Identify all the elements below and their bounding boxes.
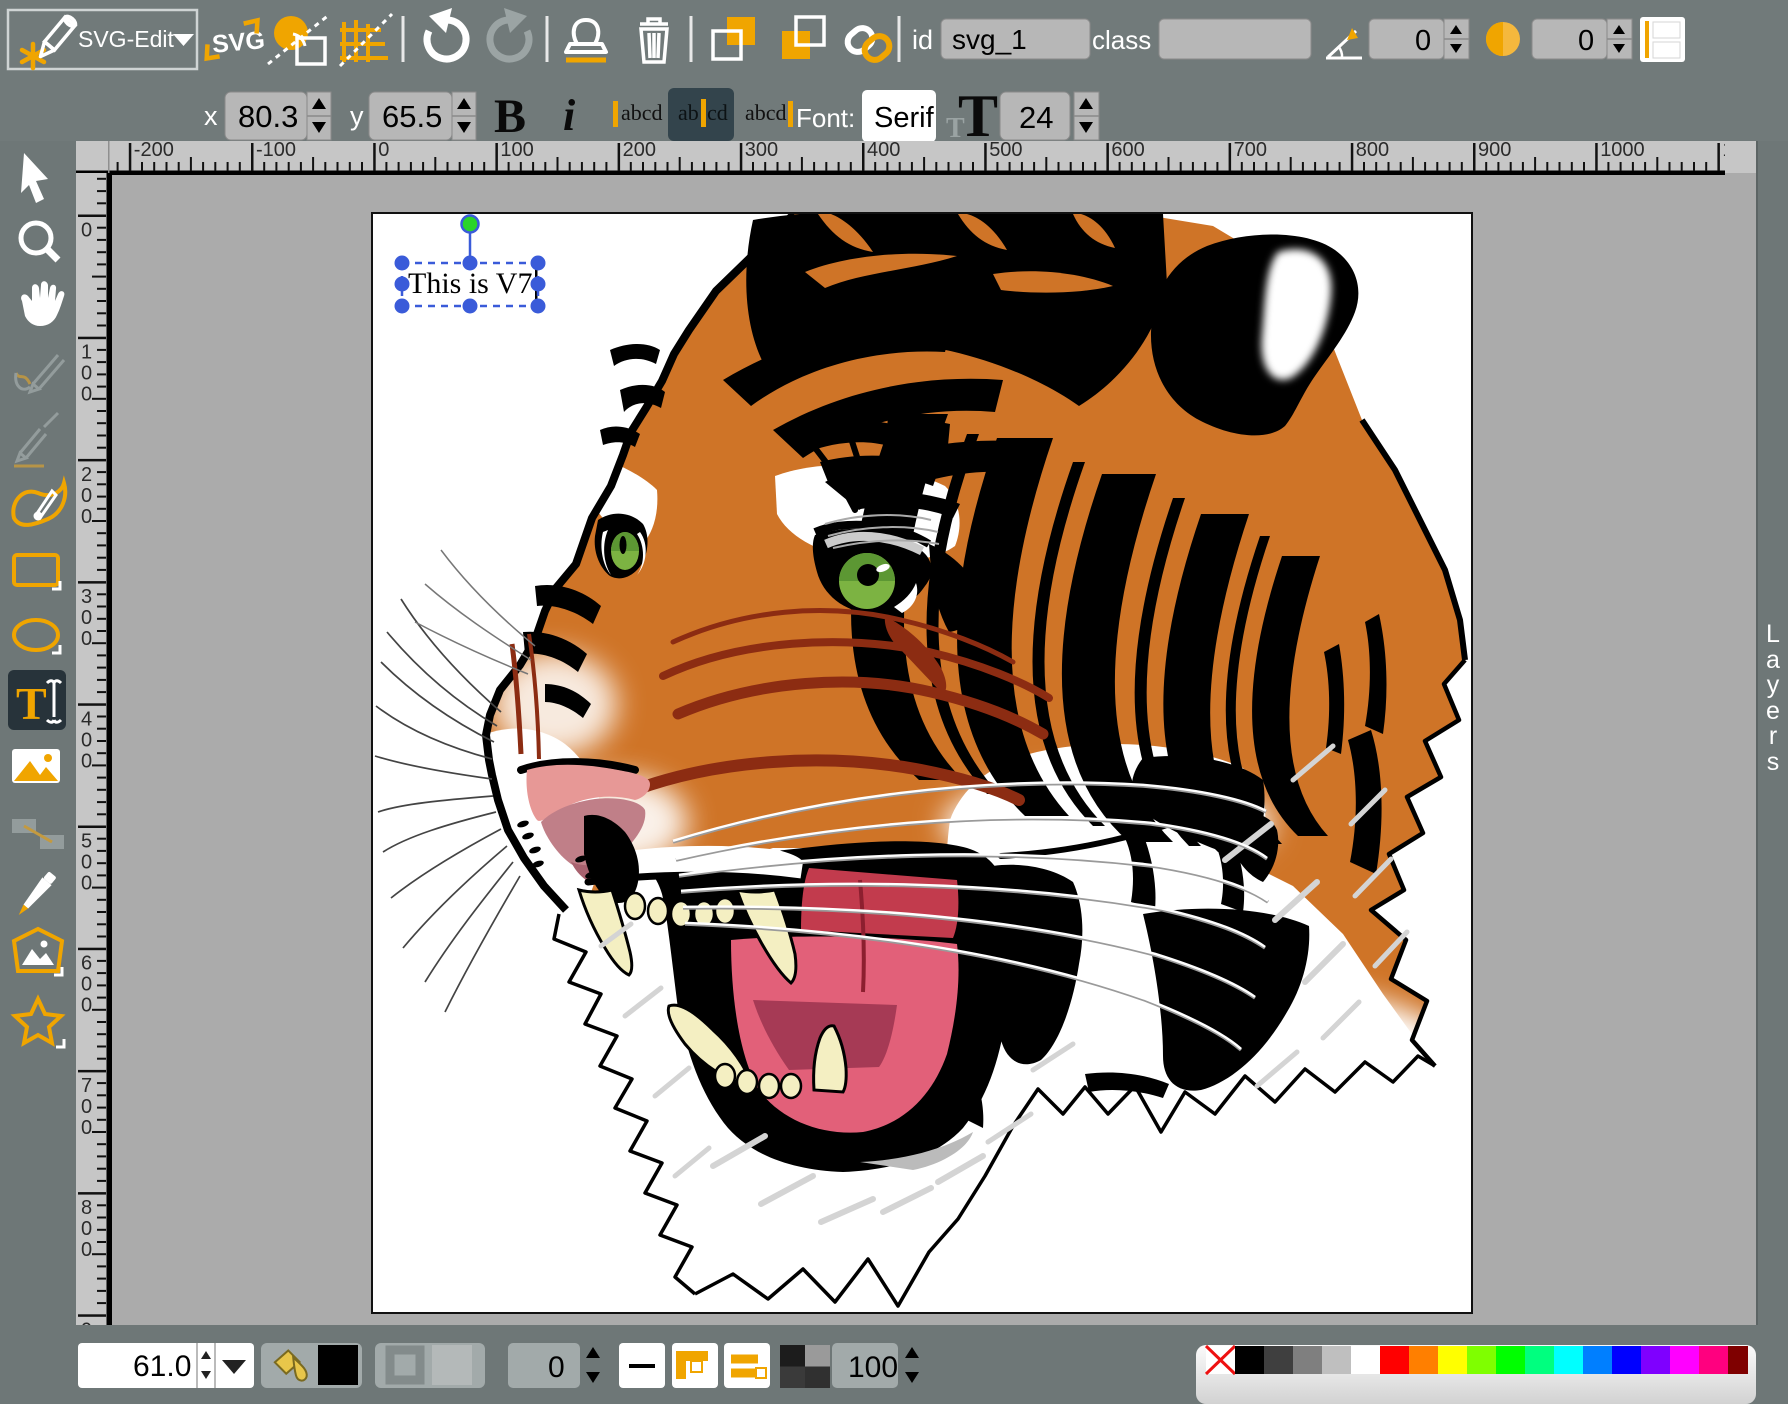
svg-text:0: 0 (81, 1096, 92, 1118)
svg-text:SVG-Edit: SVG-Edit (78, 26, 174, 52)
svg-text:-200: -200 (134, 141, 174, 161)
svg-text:id: id (912, 25, 933, 55)
svg-text:y: y (350, 101, 364, 131)
svg-text:Serif: Serif (874, 102, 935, 134)
svg-text:x: x (204, 101, 218, 131)
svg-text:800: 800 (1356, 141, 1389, 161)
svg-text:80.3: 80.3 (238, 99, 298, 134)
svg-text:0: 0 (81, 220, 92, 242)
svg-text:0: 0 (81, 1117, 92, 1139)
svg-text:600: 600 (1111, 141, 1144, 161)
svg-text:B: B (494, 90, 526, 141)
svg-text:0: 0 (81, 384, 92, 406)
svg-text:4: 4 (81, 708, 92, 730)
svg-text:61.0: 61.0 (133, 1350, 191, 1383)
svg-text:700: 700 (1234, 141, 1267, 161)
svg-text:0: 0 (1578, 25, 1594, 57)
svg-text:5: 5 (81, 831, 92, 853)
svg-text:T: T (958, 85, 998, 141)
svg-text:100: 100 (500, 141, 533, 161)
svg-text:0: 0 (81, 607, 92, 629)
svg-text:-100: -100 (256, 141, 296, 161)
svg-text:0: 0 (81, 750, 92, 772)
svg-text:200: 200 (623, 141, 656, 161)
svg-text:400: 400 (867, 141, 900, 161)
svg-text:8: 8 (81, 1197, 92, 1219)
svg-text:0: 0 (81, 1218, 92, 1240)
svg-text:300: 300 (745, 141, 778, 161)
svg-text:0: 0 (81, 873, 92, 895)
svg-text:class: class (1092, 25, 1151, 55)
svg-text:900: 900 (1478, 141, 1511, 161)
svg-text:1: 1 (81, 342, 92, 364)
svg-text:100: 100 (848, 1351, 898, 1384)
svg-text:0: 0 (81, 506, 92, 528)
svg-text:6: 6 (81, 953, 92, 975)
svg-text:i: i (563, 91, 576, 140)
svg-text:2: 2 (81, 464, 92, 486)
svg-text:0: 0 (81, 363, 92, 385)
svg-text:3: 3 (81, 586, 92, 608)
svg-text:0: 0 (81, 852, 92, 874)
svg-text:This is V7: This is V7 (408, 267, 532, 300)
svg-text:65.5: 65.5 (382, 99, 442, 134)
svg-text:500: 500 (989, 141, 1022, 161)
svg-text:0: 0 (81, 1239, 92, 1261)
svg-text:abcd: abcd (621, 100, 663, 125)
svg-text:7: 7 (81, 1075, 92, 1097)
svg-text:1100: 1100 (1722, 141, 1725, 161)
svg-text:0: 0 (81, 628, 92, 650)
svg-text:cd: cd (707, 100, 728, 125)
svg-text:svg_1: svg_1 (952, 24, 1027, 55)
svg-text:0: 0 (548, 1351, 565, 1384)
svg-text:0: 0 (81, 974, 92, 996)
svg-text:ab: ab (678, 100, 699, 125)
svg-text:T: T (16, 678, 47, 729)
svg-text:0: 0 (1415, 25, 1431, 57)
svg-text:abcd: abcd (745, 100, 787, 125)
svg-text:0: 0 (81, 729, 92, 751)
svg-text:0: 0 (81, 485, 92, 507)
svg-text:24: 24 (1019, 100, 1053, 135)
svg-text:0: 0 (378, 141, 389, 161)
svg-text:1000: 1000 (1600, 141, 1645, 161)
svg-text:0: 0 (81, 995, 92, 1017)
svg-text:Font:: Font: (796, 103, 855, 133)
